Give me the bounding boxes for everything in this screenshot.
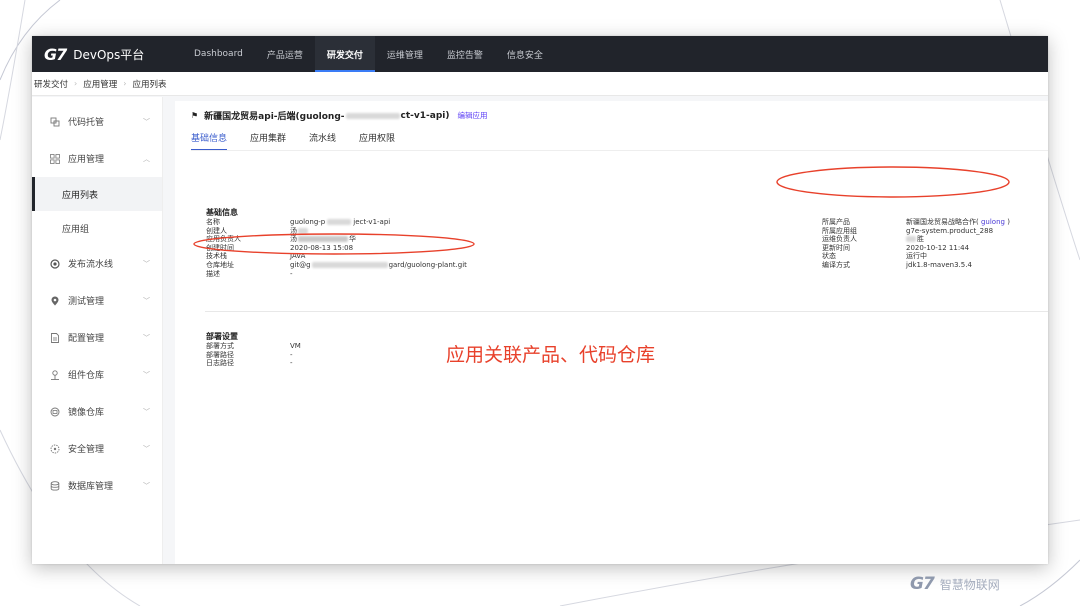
sidebar-item-image-repo[interactable]: 镜像仓库 ﹀ [32, 393, 162, 430]
logo[interactable]: G7 DevOps平台 [32, 36, 182, 72]
sidebar-item-label: 配置管理 [68, 334, 105, 344]
tab-app-cluster[interactable]: 应用集群 [250, 131, 286, 151]
product-link[interactable]: gulong [981, 218, 1005, 226]
app-title-text: 新疆国龙贸易api-后端(guolong- [204, 112, 345, 122]
sidebar-item-release-pipeline[interactable]: 发布流水线 ﹀ [32, 245, 162, 282]
field-log-path: 日志路径 - [206, 359, 293, 368]
chevron-down-icon: ﹀ [143, 117, 150, 126]
app-window: G7 DevOps平台 Dashboard 产品运营 研发交付 运维管理 监控告… [32, 36, 1048, 564]
logo-text: DevOps平台 [73, 47, 145, 62]
sidebar: 代码托管 ﹀ 应用管理 ︿ 应用列表 应用组 发布流水线 ﹀ 测试管理 ﹀ 配置… [32, 97, 163, 564]
chevron-down-icon: ﹀ [143, 407, 150, 416]
field-app-owner: 应用负责人 汤华 [206, 235, 356, 244]
image-icon [50, 407, 60, 417]
deploy-settings: 部署方式 VM 部署路径 - 日志路径 - [206, 342, 301, 368]
test-icon [50, 296, 60, 306]
pipeline-icon [50, 258, 60, 269]
chevron-down-icon: ﹀ [143, 259, 150, 268]
basic-info-right: 所属产品 新疆国龙贸易战略合作( gulong ) 所属应用组 g7e-syst… [822, 218, 1010, 270]
security-icon [50, 444, 60, 454]
redacted-text [345, 112, 400, 119]
top-navigation: G7 DevOps平台 Dashboard 产品运营 研发交付 运维管理 监控告… [32, 36, 1048, 72]
nav-product-ops[interactable]: 产品运营 [255, 36, 315, 72]
tab-app-permissions[interactable]: 应用权限 [359, 131, 395, 151]
basic-info-title: 基础信息 [206, 208, 238, 217]
code-icon [50, 117, 60, 127]
sidebar-item-label: 发布流水线 [68, 260, 114, 270]
config-icon [50, 332, 60, 343]
basic-info-left: 名称 guolong-p ject-v1-api 创建人 汤 应用负责人 汤华 创… [206, 218, 467, 278]
nav-dashboard[interactable]: Dashboard [182, 36, 255, 72]
sidebar-item-test-management[interactable]: 测试管理 ﹀ [32, 282, 162, 319]
main-panel: ⚑ 新疆国龙贸易api-后端(guolong- ct-v1-api) 编辑应用 … [175, 101, 1048, 564]
chevron-down-icon: ﹀ [143, 296, 150, 305]
field-description: 描述 - [206, 269, 293, 278]
tab-basic-info[interactable]: 基础信息 [191, 131, 228, 151]
deploy-settings-title: 部署设置 [206, 332, 238, 341]
database-icon [50, 480, 60, 491]
chevron-down-icon: ﹀ [143, 444, 150, 453]
breadcrumb-item-app-list: 应用列表 [132, 79, 167, 90]
sidebar-sub-app-list[interactable]: 应用列表 [32, 177, 162, 211]
sidebar-item-component-repo[interactable]: 组件仓库 ﹀ [32, 356, 162, 393]
field-name: 名称 guolong-p ject-v1-api [206, 218, 391, 226]
watermark-logo: G7 [910, 574, 935, 594]
field-repo-url: 仓库地址 git@g gard/guolong-plant.git [206, 260, 467, 269]
tab-pipeline[interactable]: 流水线 [309, 131, 336, 151]
sidebar-item-app-management[interactable]: 应用管理 ︿ [32, 140, 162, 177]
annotation-text: 应用关联产品、代码仓库 [446, 344, 656, 366]
sidebar-item-label: 镜像仓库 [68, 408, 105, 418]
sidebar-item-config-management[interactable]: 配置管理 ﹀ [32, 319, 162, 356]
field-product: 所属产品 新疆国龙贸易战略合作( gulong ) [822, 218, 1010, 226]
tab-bar: 基础信息 应用集群 流水线 应用权限 [191, 131, 418, 151]
chevron-down-icon: ﹀ [143, 481, 150, 490]
field-deploy-method: 部署方式 VM [206, 342, 301, 350]
sidebar-item-label: 数据库管理 [68, 482, 114, 492]
component-icon [50, 369, 60, 380]
watermark: G7 智慧物联网 [910, 574, 1000, 594]
nav-rd-delivery[interactable]: 研发交付 [314, 36, 375, 72]
field-tech-stack: 技术栈 JAVA [206, 252, 306, 261]
watermark-text: 智慧物联网 [939, 577, 1000, 592]
breadcrumb-item-app-management[interactable]: 应用管理 [83, 78, 117, 90]
sidebar-item-label: 应用管理 [68, 155, 105, 165]
sidebar-item-label: 代码托管 [68, 118, 105, 128]
sidebar-sub-app-group[interactable]: 应用组 [32, 211, 162, 245]
breadcrumb: 研发交付 › 应用管理 › 应用列表 [32, 72, 1048, 96]
sidebar-item-code-hosting[interactable]: 代码托管 ﹀ [32, 103, 162, 140]
chevron-up-icon: ︿ [143, 154, 150, 163]
section-divider [205, 311, 1048, 312]
sidebar-item-label: 测试管理 [68, 297, 105, 307]
breadcrumb-separator-icon: › [123, 79, 127, 88]
logo-mark: G7 [44, 44, 67, 64]
breadcrumb-separator-icon: › [74, 79, 78, 88]
breadcrumb-item-rd-delivery[interactable]: 研发交付 [34, 78, 68, 90]
field-deploy-path: 部署路径 - [206, 350, 293, 359]
nav-ops-management[interactable]: 运维管理 [375, 36, 435, 72]
sidebar-item-security-management[interactable]: 安全管理 ﹀ [32, 430, 162, 467]
chevron-down-icon: ﹀ [143, 333, 150, 342]
flag-icon: ⚑ [191, 111, 199, 120]
sidebar-item-label: 组件仓库 [68, 371, 105, 381]
field-ops-owner: 运维负责人 胜 [822, 235, 924, 244]
sidebar-item-database-management[interactable]: 数据库管理 ﹀ [32, 467, 162, 504]
field-created-at: 创建时间 2020-08-13 15:08 [206, 243, 354, 252]
field-build-method: 编译方式 jdk1.8-maven3.5.4 [822, 260, 972, 269]
grid-icon [50, 153, 60, 164]
tab-divider [191, 150, 1048, 151]
sidebar-item-label: 安全管理 [68, 445, 105, 455]
nav-info-security[interactable]: 信息安全 [495, 36, 555, 72]
edit-app-link[interactable]: 编辑应用 [457, 110, 487, 121]
field-status: 状态 运行中 [822, 252, 927, 261]
field-creator: 创建人 汤 [206, 227, 467, 236]
app-title-text-end: ct-v1-api) [400, 110, 450, 121]
nav-monitoring-alerts[interactable]: 监控告警 [435, 36, 495, 72]
chevron-down-icon: ﹀ [143, 370, 150, 379]
field-app-group: 所属应用组 g7e-system.product_288 [822, 226, 994, 235]
page-title: ⚑ 新疆国龙贸易api-后端(guolong- ct-v1-api) 编辑应用 [191, 109, 487, 123]
